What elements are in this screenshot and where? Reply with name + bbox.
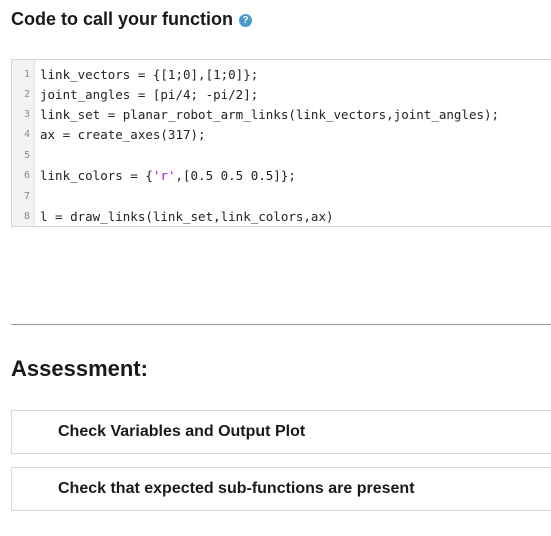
- line-number: 5: [23, 149, 30, 161]
- test-label: Check Variables and Output Plot: [58, 423, 306, 440]
- assessment-test-item[interactable]: Check Variables and Output Plot: [11, 410, 551, 454]
- code-line: 3 link_set = planar_robot_arm_links(link…: [12, 104, 551, 124]
- page: Code to call your function ? 1 link_vect…: [0, 0, 551, 536]
- line-number: 8: [23, 210, 30, 222]
- line-code: link_vectors = {[1;0],[1;0]};: [40, 66, 259, 82]
- section-title: Code to call your function: [11, 9, 234, 29]
- line-code: l = draw_links(link_set,link_colors,ax): [40, 208, 334, 224]
- line-code: joint_angles = [pi/4; -pi/2];: [40, 86, 259, 102]
- line-number: 7: [23, 190, 30, 202]
- line-number: 6: [23, 169, 30, 181]
- line-number: 3: [23, 108, 30, 120]
- line-code: link_colors = {'r',[0.5 0.5 0.5]};: [35, 168, 296, 183]
- code-text: ,[0.5 0.5 0.5]};: [175, 167, 296, 183]
- code-line: 7: [12, 186, 551, 206]
- test-label: Check that expected sub-functions are pr…: [58, 480, 415, 497]
- code-line: 4 ax = create_axes(317);: [12, 124, 551, 144]
- line-number: 4: [23, 128, 30, 140]
- assessment-title: Assessment:: [11, 356, 148, 381]
- code-line: 5: [12, 145, 551, 165]
- code-line: 2 joint_angles = [pi/4; -pi/2];: [12, 84, 551, 104]
- help-icon[interactable]: ?: [239, 14, 253, 27]
- assessment-test-item[interactable]: Check that expected sub-functions are pr…: [11, 467, 551, 511]
- code-line: 8 l = draw_links(link_set,link_colors,ax…: [12, 206, 551, 226]
- line-number: 2: [23, 88, 30, 100]
- string-literal: 'r': [152, 167, 176, 183]
- code-editor[interactable]: 1 link_vectors = {[1;0],[1;0]}; 2 joint_…: [11, 59, 551, 227]
- line-code: link_set = planar_robot_arm_links(link_v…: [40, 106, 500, 122]
- line-number: 1: [23, 68, 30, 80]
- code-section-header: Code to call your function ?: [11, 9, 253, 30]
- code-line: 1 link_vectors = {[1;0],[1;0]};: [12, 64, 551, 84]
- section-divider: [11, 324, 551, 325]
- line-code: ax = create_axes(317);: [40, 126, 206, 142]
- code-line: 6 link_colors = {'r',[0.5 0.5 0.5]};: [12, 165, 551, 185]
- code-text: link_colors = {: [40, 167, 153, 183]
